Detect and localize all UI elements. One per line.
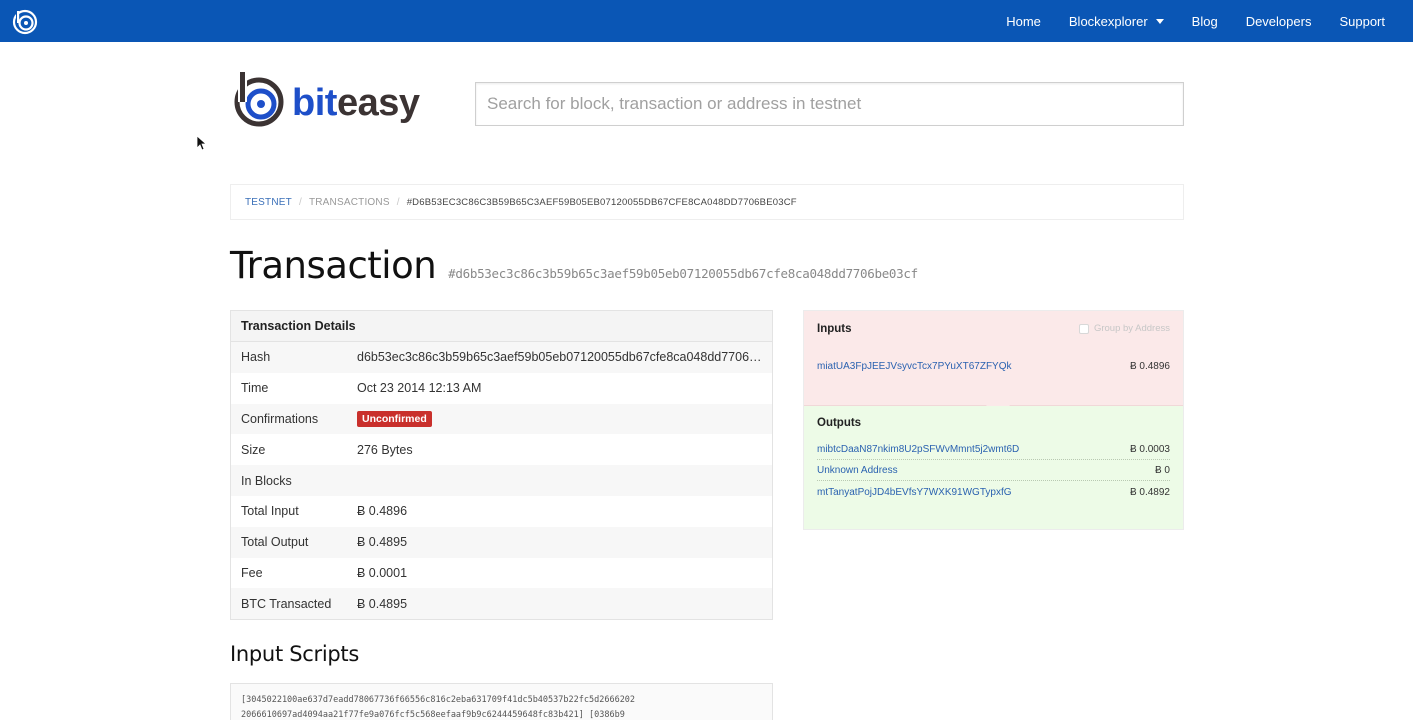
confirmations-value: Unconfirmed	[357, 410, 772, 427]
table-row: BTC Transacted Ƀ 0.4895	[231, 588, 772, 620]
nav-home-link[interactable]: Home	[992, 0, 1055, 42]
group-by-address-label: Group by Address	[1093, 323, 1170, 334]
output-address-link[interactable]: mibtcDaaN87nkim8U2pSFWvMmnt5j2wmt6D	[817, 444, 1019, 455]
brand-easy: easy	[336, 82, 420, 124]
nav-developers-link[interactable]: Developers	[1232, 0, 1326, 42]
table-row: In Blocks	[231, 465, 772, 496]
output-address-link[interactable]: Unknown Address	[817, 465, 898, 476]
script-line: [3045022100ae637d7eadd78067736f66556c816…	[241, 695, 636, 705]
brand-logo[interactable]: biteasy	[232, 70, 447, 132]
nav-home-label: Home	[1006, 13, 1041, 29]
inputs-section: Inputs Group by Address miatUA3FpJEEJVsy…	[804, 311, 1183, 406]
output-amount: Ƀ 0	[1154, 465, 1170, 476]
nav-support-label: Support	[1339, 13, 1385, 29]
table-row: Hash d6b53ec3c86c3b59b65c3aef59b05eb07120…	[231, 342, 772, 373]
nav-blockexplorer-label: Blockexplorer	[1068, 13, 1148, 29]
nav-support-link[interactable]: Support	[1325, 0, 1399, 42]
table-row: Size 276 Bytes	[231, 434, 772, 465]
input-scripts-box: [3045022100ae637d7eadd78067736f66556c816…	[230, 683, 773, 720]
row-key: In Blocks	[241, 473, 292, 488]
row-key: BTC Transacted	[241, 596, 332, 611]
group-by-address-checkbox[interactable]	[1078, 323, 1089, 334]
search-input[interactable]	[475, 82, 1184, 126]
status-badge: Unconfirmed	[357, 410, 432, 427]
input-scripts-heading: Input Scripts	[230, 642, 360, 666]
nav-blockexplorer-dropdown[interactable]: Blockexplorer	[1055, 0, 1178, 42]
table-row: Total Input Ƀ 0.4896	[231, 496, 772, 527]
main-nav: Home Blockexplorer Blog Developers Suppo…	[992, 0, 1399, 42]
row-key: Total Output	[241, 535, 309, 550]
input-address-link[interactable]: miatUA3FpJEEJVsyvcTcx7PYuXT67ZFYQk	[817, 361, 1012, 372]
hash-value: d6b53ec3c86c3b59b65c3aef59b05eb07120055d…	[357, 350, 772, 365]
list-item: mibtcDaaN87nkim8U2pSFWvMmnt5j2wmt6D Ƀ 0.…	[817, 440, 1170, 460]
transaction-hash-subtitle: #d6b53ec3c86c3b59b65c3aef59b05eb07120055…	[448, 266, 918, 281]
page-title: Transaction	[230, 244, 437, 287]
size-value: 276 Bytes	[357, 442, 413, 457]
caret-down-icon	[1155, 18, 1164, 24]
row-key: Size	[241, 442, 266, 457]
transaction-details-panel: Transaction Details Hash d6b53ec3c86c3b59…	[230, 310, 773, 620]
output-address-link[interactable]: mtTanyatPojJD4bEVfsY7WXK91WGTypxfG	[817, 487, 1012, 498]
list-item: miatUA3FpJEEJVsyvcTcx7PYuXT67ZFYQk Ƀ 0.4…	[817, 356, 1170, 376]
brand-bit: bit	[292, 82, 337, 124]
breadcrumb-current: #D6B53EC3C86C3B59B65C3AEF59B05EB07120055…	[406, 196, 797, 208]
breadcrumb-separator: /	[298, 196, 302, 208]
details-table: Hash d6b53ec3c86c3b59b65c3aef59b05eb07120…	[231, 342, 772, 620]
top-navbar: Home Blockexplorer Blog Developers Suppo…	[0, 0, 1413, 42]
outputs-section: Outputs mibtcDaaN87nkim8U2pSFWvMmnt5j2wm…	[804, 406, 1183, 529]
biteasy-brand-icon	[234, 72, 284, 127]
nav-blog-link[interactable]: Blog	[1178, 0, 1232, 42]
script-line: 2066610697ad4094aa21f77fe9a076fcf5c568ee…	[241, 710, 625, 720]
breadcrumb: TESTNET / TRANSACTIONS / #D6B53EC3C86C3B…	[230, 184, 1184, 220]
mouse-cursor-icon	[196, 135, 206, 151]
row-key: Total Input	[241, 504, 299, 519]
inputs-outputs-panel: Inputs Group by Address miatUA3FpJEEJVsy…	[803, 310, 1184, 530]
biteasy-logo-icon[interactable]	[12, 9, 38, 35]
btc-transacted-value: Ƀ 0.4895	[357, 596, 408, 611]
list-item: mtTanyatPojJD4bEVfsY7WXK91WGTypxfG Ƀ 0.4…	[817, 482, 1170, 502]
breadcrumb-separator: /	[396, 196, 400, 208]
breadcrumb-transactions-link[interactable]: TRANSACTIONS	[309, 197, 390, 208]
table-row: Time Oct 23 2014 12:13 AM	[231, 373, 772, 404]
nav-blog-label: Blog	[1191, 13, 1218, 29]
table-row: Total Output Ƀ 0.4895	[231, 526, 772, 558]
page-title-block: Transaction #d6b53ec3c86c3b59b65c3aef59b…	[230, 244, 918, 287]
row-key: Confirmations	[241, 411, 319, 426]
total-output-value: Ƀ 0.4895	[357, 535, 408, 550]
table-row: Fee Ƀ 0.0001	[231, 558, 772, 589]
row-key: Fee	[241, 565, 263, 580]
outputs-heading: Outputs	[817, 417, 862, 429]
list-item: Unknown Address Ƀ 0	[817, 461, 1170, 481]
output-amount: Ƀ 0.0003	[1129, 444, 1170, 455]
output-amount: Ƀ 0.4892	[1129, 486, 1170, 498]
input-amount: Ƀ 0.4896	[1129, 360, 1170, 372]
row-key: Hash	[241, 350, 271, 365]
transaction-details-heading: Transaction Details	[231, 311, 772, 342]
nav-developers-label: Developers	[1245, 13, 1312, 29]
table-row: Confirmations Unconfirmed	[231, 403, 772, 435]
breadcrumb-testnet-link[interactable]: TESTNET	[245, 197, 292, 208]
row-key: Time	[241, 381, 269, 396]
group-by-address-toggle[interactable]: Group by Address	[1078, 323, 1170, 334]
fee-value: Ƀ 0.0001	[357, 565, 408, 580]
brand-wordmark: biteasy	[292, 82, 420, 125]
total-input-value: Ƀ 0.4896	[357, 504, 408, 519]
time-value: Oct 23 2014 12:13 AM	[357, 381, 482, 396]
inputs-heading: Inputs	[817, 323, 852, 335]
